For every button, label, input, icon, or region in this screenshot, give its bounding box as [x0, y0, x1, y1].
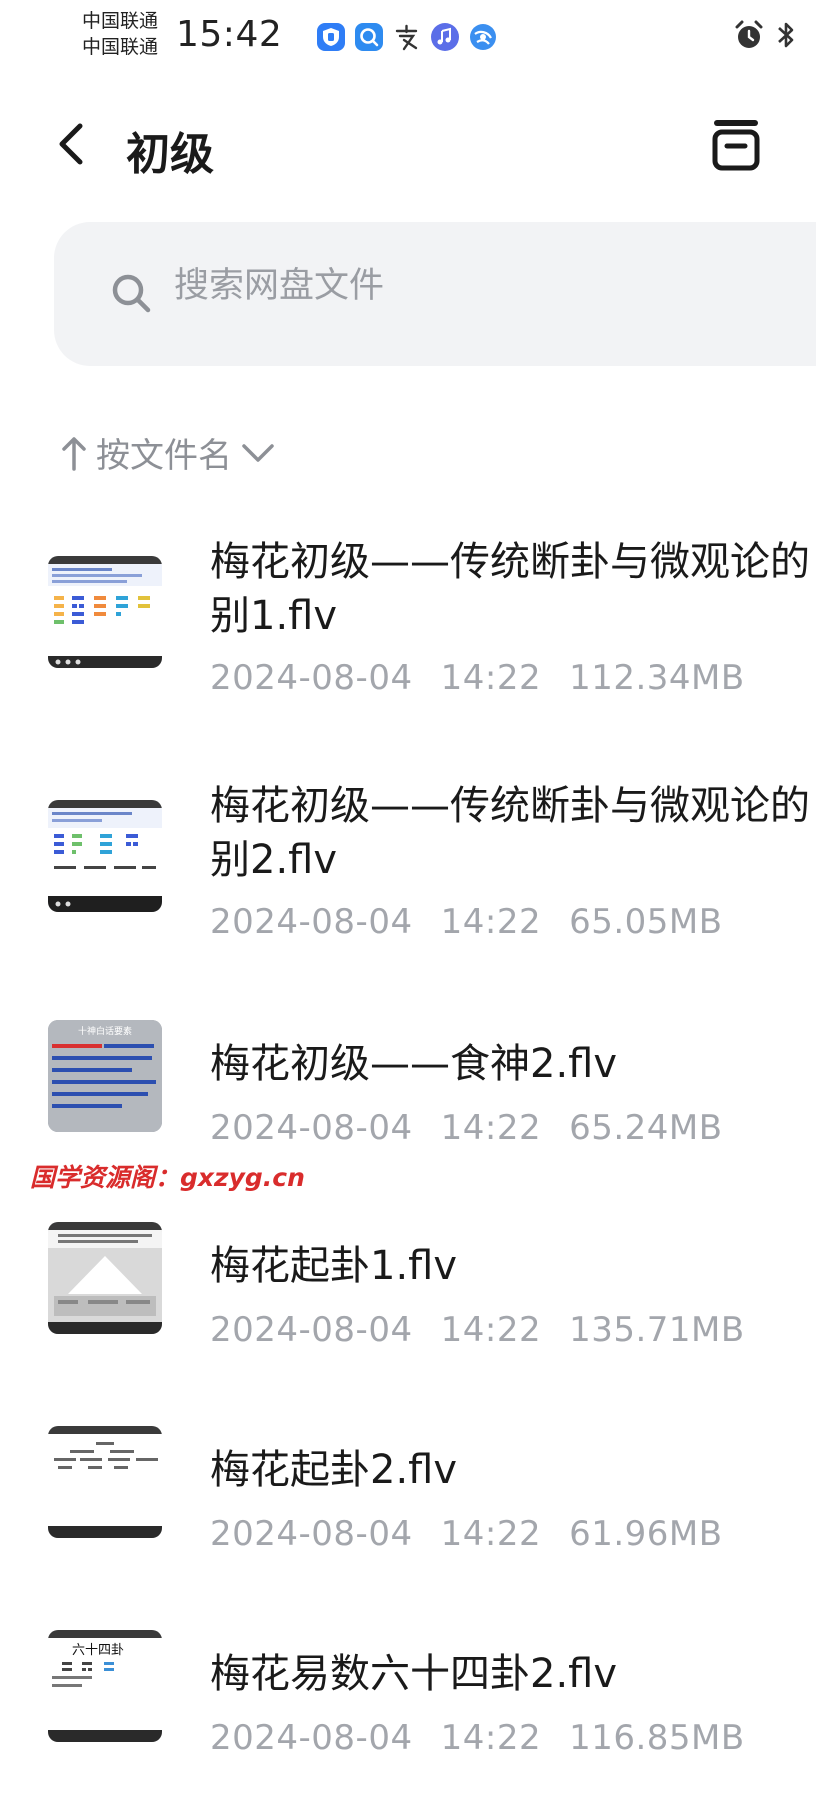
watermark-text: 国学资源阁：gxzyg.cn [30, 1163, 305, 1192]
file-time: 14:22 [440, 1718, 542, 1758]
video-thumbnail [48, 1222, 162, 1334]
file-meta: 2024-08-04 14:22 61.96MB [210, 1514, 751, 1554]
file-meta: 2024-08-04 14:22 116.85MB [210, 1718, 773, 1758]
video-thumbnail: 六十四卦 [48, 1630, 162, 1742]
search-icon [110, 272, 152, 314]
status-time: 15:42 [176, 14, 283, 55]
file-item[interactable]: 梅花初级——传统断卦与微观论的 别1.flv 2024-08-04 14:22 11… [0, 534, 816, 714]
file-item[interactable]: 梅花起卦1.flv 2024-08-04 14:22 135.71MB [0, 1222, 816, 1362]
file-size: 112.34MB [569, 658, 745, 698]
video-thumbnail [48, 800, 162, 912]
file-size: 116.85MB [569, 1718, 745, 1758]
file-size: 65.05MB [569, 902, 723, 942]
file-name-line-2: 别1.flv [210, 593, 338, 639]
carrier-1: 中国联通 [82, 10, 159, 32]
video-thumbnail [48, 556, 162, 668]
file-item[interactable]: 六十四卦 梅花易数六十四卦2.flv 2024-08-04 14:22 116.85… [0, 1630, 816, 1770]
alarm-icon [732, 18, 766, 56]
archive-button[interactable] [706, 114, 766, 174]
search-input[interactable] [174, 266, 734, 306]
file-meta: 2024-08-04 14:22 65.05MB [210, 902, 751, 942]
file-meta: 2024-08-04 14:22 112.34MB [210, 658, 773, 698]
page-title: 初级 [126, 129, 214, 180]
file-name: 梅花起卦1.flv [210, 1243, 458, 1289]
file-date: 2024-08-04 [210, 658, 413, 698]
file-size: 135.71MB [569, 1310, 745, 1350]
file-date: 2024-08-04 [210, 902, 413, 942]
file-name-line-1: 梅花初级——传统断卦与微观论的 [210, 783, 810, 829]
file-date: 2024-08-04 [210, 1108, 413, 1148]
carrier-labels: 中国联通 中国联通 [82, 8, 158, 60]
file-meta: 2024-08-04 14:22 135.71MB [210, 1310, 773, 1350]
back-button[interactable] [52, 118, 92, 170]
file-time: 14:22 [440, 902, 542, 942]
archive-box-icon [712, 120, 760, 171]
file-name-line-2: 别2.flv [210, 837, 338, 883]
file-name: 梅花起卦2.flv [210, 1447, 458, 1493]
chevron-down-icon [242, 443, 274, 462]
file-item[interactable]: 梅花初级——传统断卦与微观论的 别2.flv 2024-08-04 14:22 65… [0, 778, 816, 958]
thumb-heading: 十神白话要素 [78, 1025, 132, 1037]
thumb-heading: 六十四卦 [72, 1643, 124, 1658]
file-time: 14:22 [440, 1108, 542, 1148]
file-meta: 2024-08-04 14:22 65.24MB [210, 1108, 751, 1148]
sort-control[interactable]: 按文件名 [60, 428, 276, 477]
sort-label: 按文件名 [96, 436, 232, 476]
file-size: 61.96MB [569, 1514, 723, 1554]
search-app-icon [354, 22, 384, 52]
video-thumbnail: 十神白话要素 [48, 1020, 162, 1132]
file-time: 14:22 [440, 1514, 542, 1554]
file-name: 梅花易数六十四卦2.flv [210, 1651, 618, 1697]
file-time: 14:22 [440, 658, 542, 698]
browser-app-icon [468, 22, 498, 52]
file-date: 2024-08-04 [210, 1514, 413, 1554]
arrow-up-icon [62, 436, 86, 471]
carrier-2: 中国联通 [82, 36, 159, 58]
chevron-left-icon [59, 123, 83, 165]
file-item[interactable]: 梅花起卦2.flv 2024-08-04 14:22 61.96MB [0, 1426, 816, 1566]
file-date: 2024-08-04 [210, 1310, 413, 1350]
shield-app-icon [316, 22, 346, 52]
status-bar: 中国联通 中国联通 15:42 [0, 0, 816, 80]
bluetooth-icon [774, 18, 798, 56]
video-thumbnail [48, 1426, 162, 1538]
file-name-line-1: 梅花初级——传统断卦与微观论的 [210, 539, 810, 585]
music-app-icon [430, 22, 460, 52]
file-time: 14:22 [440, 1310, 542, 1350]
file-name: 梅花初级——食神2.flv [210, 1041, 618, 1087]
search-bar[interactable] [54, 222, 816, 366]
top-app-bar: 初级 [0, 96, 816, 196]
pay-app-icon [392, 22, 422, 52]
file-size: 65.24MB [569, 1108, 723, 1148]
file-item[interactable]: 十神白话要素 梅花初级——食神2.flv 2024-08-04 14:22 65.2… [0, 1020, 816, 1160]
file-date: 2024-08-04 [210, 1718, 413, 1758]
